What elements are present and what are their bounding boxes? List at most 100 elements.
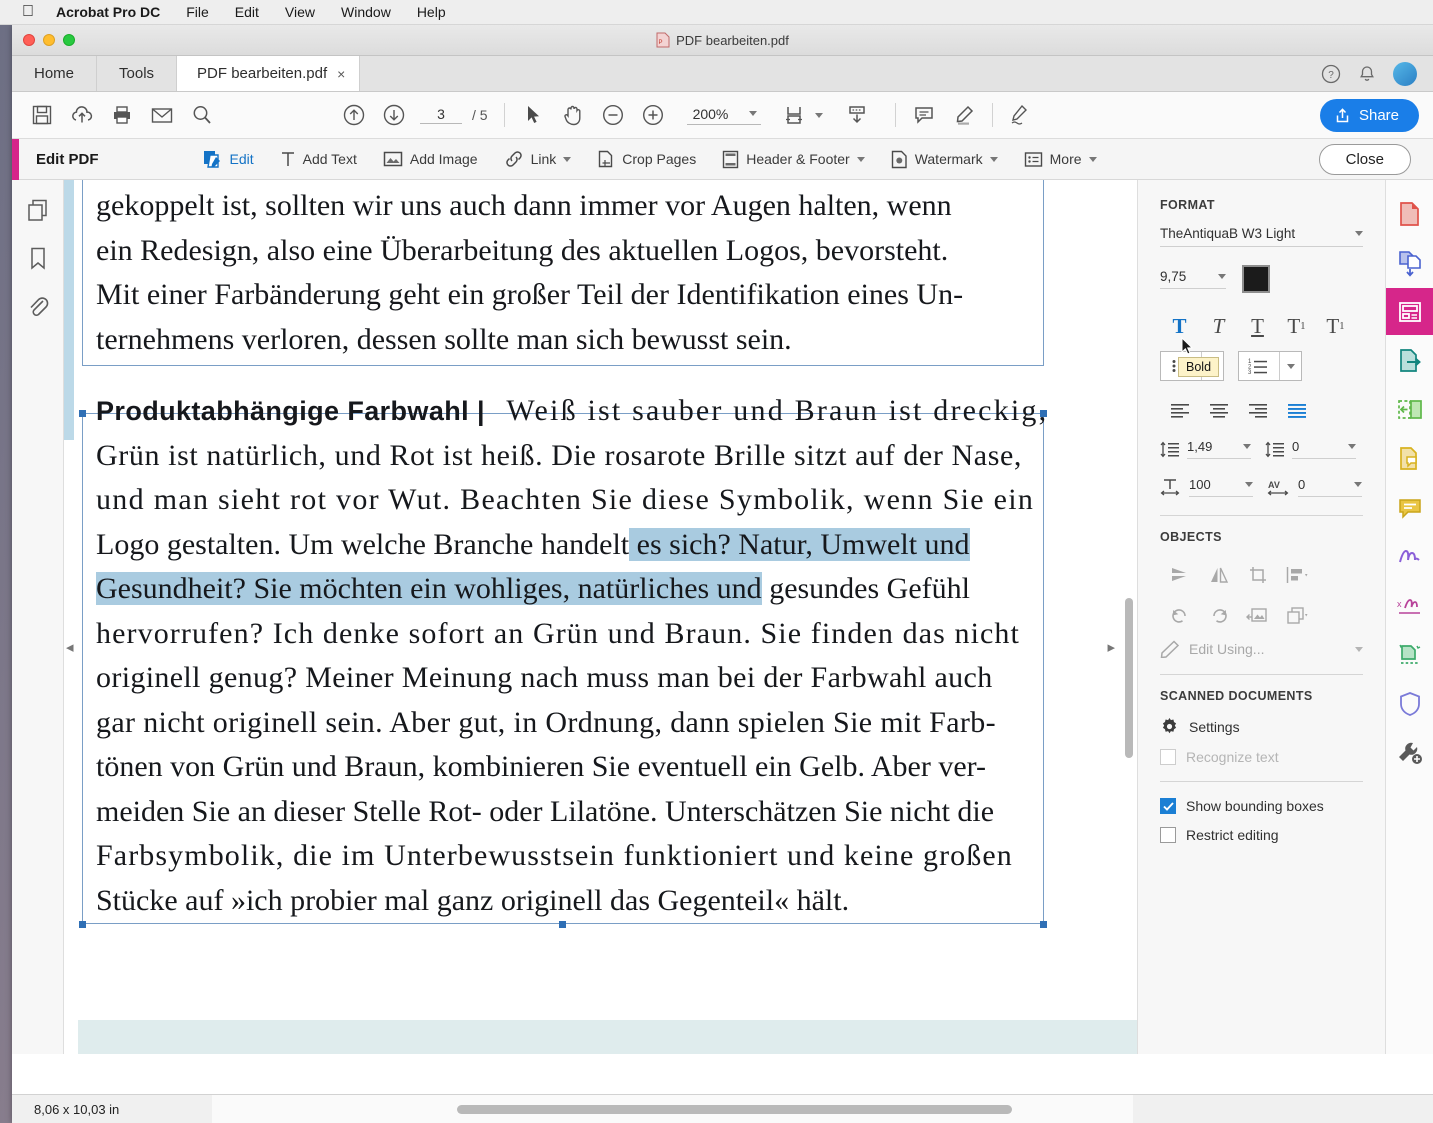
avatar[interactable] (1393, 62, 1417, 86)
help-circle-icon[interactable]: ? (1321, 64, 1341, 84)
tab-document[interactable]: PDF bearbeiten.pdf × (177, 56, 360, 91)
sign-icon[interactable] (1001, 95, 1041, 135)
menu-help[interactable]: Help (417, 4, 446, 20)
crop-pages-tool-button[interactable]: Crop Pages (584, 139, 709, 180)
create-pdf-icon[interactable] (1386, 190, 1433, 237)
add-image-tool-button[interactable]: Add Image (370, 139, 491, 180)
cursor-arrow-icon[interactable] (513, 95, 553, 135)
align-center-button[interactable] (1199, 397, 1238, 423)
edit-using-dropdown[interactable]: Edit Using... (1160, 640, 1363, 658)
menu-window[interactable]: Window (341, 4, 391, 20)
scan-settings-row[interactable]: Settings (1160, 717, 1363, 736)
highlighter-icon[interactable] (944, 95, 984, 135)
rotate-ccw-icon[interactable] (1160, 598, 1199, 632)
menu-view[interactable]: View (285, 4, 315, 20)
page-thumbnails-icon[interactable] (26, 198, 50, 224)
horizontal-scrollbar-thumb[interactable] (457, 1105, 1012, 1114)
share-button[interactable]: Share (1320, 99, 1419, 132)
horizontal-scrollbar[interactable] (212, 1095, 1133, 1123)
selection-handle-bottom-left[interactable] (79, 921, 86, 928)
zoom-level-dropdown[interactable]: 200% (687, 106, 761, 125)
watermark-tool-button[interactable]: Watermark (878, 139, 1011, 180)
flip-horizontal-icon[interactable] (1199, 558, 1238, 592)
align-right-button[interactable] (1238, 397, 1277, 423)
comment-document-icon[interactable] (1386, 435, 1433, 482)
superscript-button[interactable]: T1 (1277, 311, 1316, 341)
restrict-editing-checkbox[interactable] (1160, 827, 1176, 843)
comment-icon[interactable] (904, 95, 944, 135)
page-number-input[interactable] (420, 106, 462, 124)
show-bounding-boxes-checkbox[interactable] (1160, 798, 1176, 814)
arrow-down-circle-icon[interactable] (374, 95, 414, 135)
edit-tool-button[interactable]: Edit (189, 139, 267, 180)
more-tools-icon[interactable] (1386, 729, 1433, 776)
more-tool-button[interactable]: More (1011, 139, 1110, 180)
numbered-list-dropdown[interactable]: 1 2 3 (1238, 351, 1302, 381)
link-tool-button[interactable]: Link (491, 139, 585, 180)
scan-and-ocr-icon[interactable] (1386, 631, 1433, 678)
rotate-cw-icon[interactable] (1199, 598, 1238, 632)
selection-handle-top-left[interactable] (79, 410, 86, 417)
italic-button[interactable]: T (1199, 311, 1238, 341)
tab-home[interactable]: Home (12, 56, 97, 91)
font-size-dropdown[interactable]: 9,75 (1160, 269, 1226, 289)
show-bounding-boxes-row[interactable]: Show bounding boxes (1160, 798, 1363, 814)
align-justify-button[interactable] (1277, 397, 1316, 423)
zoom-out-icon[interactable] (593, 95, 633, 135)
line-spacing-dropdown[interactable]: 1,49 (1187, 439, 1251, 459)
fill-and-sign-icon[interactable] (1386, 533, 1433, 580)
upload-cloud-icon[interactable] (62, 95, 102, 135)
combine-files-icon[interactable] (1386, 239, 1433, 286)
panel-collapse-right-icon[interactable]: ▸ (1107, 638, 1115, 656)
request-signature-icon[interactable]: x (1386, 582, 1433, 629)
horizontal-scale-dropdown[interactable]: 100 (1189, 477, 1253, 497)
hand-icon[interactable] (553, 95, 593, 135)
fit-page-icon[interactable] (775, 95, 815, 135)
apple-logo-icon[interactable]:  (22, 4, 34, 20)
panel-collapse-left-icon[interactable]: ◂ (66, 638, 74, 656)
document-viewport[interactable]: gekoppelt ist, sollten wir uns auch dann… (64, 180, 1137, 1054)
menu-file[interactable]: File (186, 4, 209, 20)
comment-rail-icon[interactable] (1386, 484, 1433, 531)
notification-bell-icon[interactable] (1357, 64, 1377, 84)
menu-edit[interactable]: Edit (235, 4, 259, 20)
save-icon[interactable] (22, 95, 62, 135)
text-color-swatch[interactable] (1242, 265, 1270, 293)
subscript-button[interactable]: T1 (1316, 311, 1355, 341)
underline-button[interactable]: T (1238, 311, 1277, 341)
protect-icon[interactable] (1386, 680, 1433, 727)
edit-pdf-rail-icon[interactable] (1386, 288, 1433, 335)
export-pdf-icon[interactable] (1386, 337, 1433, 384)
flip-vertical-icon[interactable] (1160, 558, 1199, 592)
align-left-button[interactable] (1160, 397, 1199, 423)
add-text-tool-button[interactable]: Add Text (267, 139, 370, 180)
fit-page-chevron-icon[interactable] (815, 113, 823, 118)
vertical-scrollbar[interactable] (1125, 598, 1133, 758)
tab-tools[interactable]: Tools (97, 56, 177, 91)
format-section-title: FORMAT (1160, 198, 1363, 212)
zoom-in-icon[interactable] (633, 95, 673, 135)
restrict-editing-row[interactable]: Restrict editing (1160, 827, 1363, 843)
attachments-icon[interactable] (26, 294, 50, 320)
paragraph-spacing-dropdown[interactable]: 0 (1292, 439, 1356, 459)
paragraph-block-1[interactable]: gekoppelt ist, sollten wir uns auch dann… (96, 184, 1058, 362)
crop-object-icon[interactable] (1238, 558, 1277, 592)
align-objects-icon[interactable] (1277, 558, 1316, 592)
print-icon[interactable] (102, 95, 142, 135)
menu-app-name[interactable]: Acrobat Pro DC (56, 4, 160, 20)
tab-close-icon[interactable]: × (337, 66, 345, 82)
arrow-up-circle-icon[interactable] (334, 95, 374, 135)
scroll-mode-icon[interactable] (837, 95, 877, 135)
search-icon[interactable] (182, 95, 222, 135)
replace-image-icon[interactable] (1238, 598, 1277, 632)
email-icon[interactable] (142, 95, 182, 135)
bookmarks-icon[interactable] (27, 246, 49, 272)
close-tool-button[interactable]: Close (1319, 144, 1411, 175)
organize-pages-icon[interactable] (1386, 386, 1433, 433)
numbered-list-chevron-icon[interactable] (1279, 352, 1301, 380)
header-footer-tool-button[interactable]: Header & Footer (709, 139, 878, 180)
font-family-dropdown[interactable]: TheAntiquaB W3 Light (1160, 226, 1363, 247)
letter-spacing-dropdown[interactable]: 0 (1298, 477, 1362, 497)
paragraph-block-2[interactable]: Produktabhängige Farbwahl | Weiß ist sau… (96, 389, 1058, 923)
arrange-icon[interactable] (1277, 598, 1316, 632)
